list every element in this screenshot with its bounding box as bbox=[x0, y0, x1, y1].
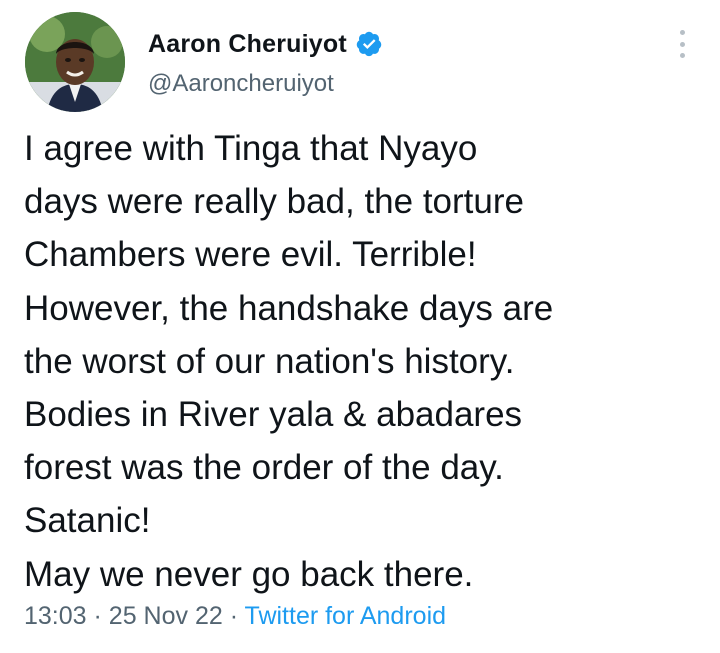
more-dot bbox=[679, 53, 685, 58]
tweet-line: Bodies in River yala & abadares bbox=[24, 395, 523, 435]
meta-separator: · bbox=[229, 602, 239, 630]
avatar[interactable] bbox=[25, 12, 125, 112]
tweet-time[interactable]: 13:03 bbox=[24, 602, 87, 630]
tweet-line: I agree with Tinga that Nyayo bbox=[24, 129, 478, 168]
tweet-line: May we never go back there. bbox=[24, 554, 474, 594]
author-name-row[interactable]: Aaron Cheruiyot bbox=[148, 28, 383, 60]
tweet-line: Satanic! bbox=[24, 501, 151, 541]
more-options-icon[interactable] bbox=[672, 30, 692, 58]
tweet-source-link[interactable]: Twitter for Android bbox=[245, 602, 446, 630]
more-dot bbox=[679, 30, 685, 35]
verified-badge-icon bbox=[356, 31, 382, 57]
tweet-line: However, the handshake days are bbox=[24, 288, 554, 328]
tweet-line: Chambers were evil. Terrible! bbox=[24, 235, 477, 275]
tweet-card: Aaron Cheruiyot @Aaroncheruiyot I agree … bbox=[0, 0, 720, 653]
tweet-line: the worst of our nation's history. bbox=[24, 341, 515, 381]
meta-separator: · bbox=[93, 602, 102, 630]
profile-photo-icon bbox=[25, 12, 125, 112]
author-handle[interactable]: @Aaroncheruiyot bbox=[148, 70, 334, 98]
tweet-text: I agree with Tinga that Nyayo days were … bbox=[24, 122, 704, 601]
tweet-line: forest was the order of the day. bbox=[24, 448, 504, 488]
tweet-date[interactable]: 25 Nov 22 bbox=[109, 602, 223, 630]
tweet-metadata: 13:03 · 25 Nov 22 · Twitter for Android bbox=[24, 602, 446, 631]
display-name[interactable]: Aaron Cheruiyot bbox=[148, 30, 347, 59]
more-dot bbox=[679, 41, 685, 47]
tweet-line: days were really bad, the torture bbox=[24, 182, 524, 222]
